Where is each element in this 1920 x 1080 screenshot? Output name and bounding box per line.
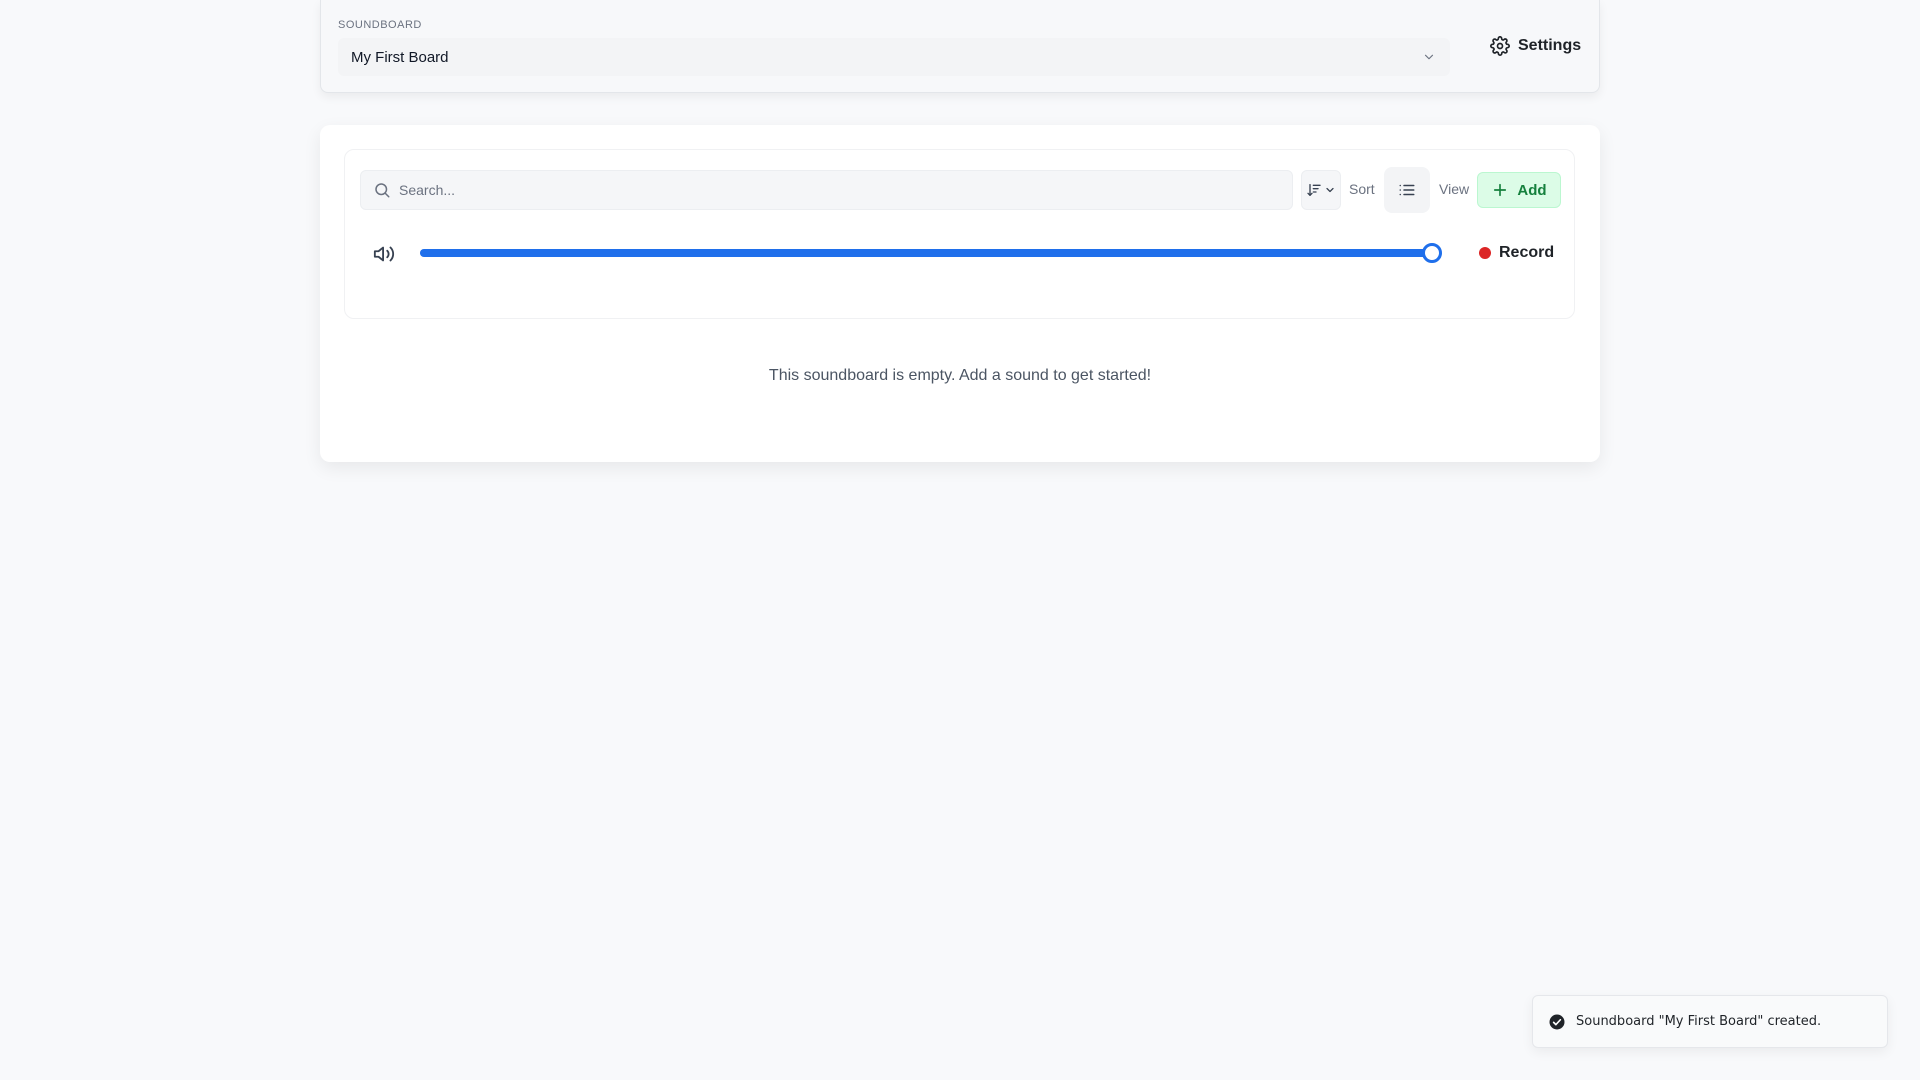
soundboard-header: SOUNDBOARD My First Board Settings — [320, 0, 1600, 93]
volume-slider-fill — [420, 249, 1432, 257]
add-sound-button[interactable]: Add — [1477, 172, 1561, 208]
list-icon — [1399, 184, 1415, 196]
soundboard-label: SOUNDBOARD — [338, 19, 422, 31]
settings-button[interactable]: Settings — [1474, 27, 1597, 65]
gear-icon — [1490, 36, 1510, 56]
add-label: Add — [1517, 181, 1547, 199]
settings-label: Settings — [1518, 37, 1582, 54]
toast-message: Soundboard "My First Board" created. — [1576, 1014, 1822, 1029]
empty-state-message: This soundboard is empty. Add a sound to… — [768, 367, 1152, 384]
search-input[interactable] — [399, 182, 1292, 198]
speaker-icon[interactable] — [373, 243, 395, 265]
plus-icon — [1494, 183, 1507, 197]
volume-slider-thumb[interactable] — [1422, 243, 1442, 263]
sort-icon — [1307, 184, 1321, 196]
record-label: Record — [1499, 244, 1555, 261]
toast-notification: Soundboard "My First Board" created. — [1532, 995, 1888, 1048]
board-select-value: My First Board — [351, 48, 449, 66]
board-select[interactable]: My First Board — [338, 38, 1450, 76]
record-button[interactable]: Record — [1469, 237, 1564, 269]
view-toggle-button[interactable] — [1384, 167, 1430, 213]
record-dot-icon — [1479, 247, 1491, 259]
sort-label: Sort — [1349, 181, 1375, 197]
chevron-down-icon — [1326, 187, 1334, 193]
search-box[interactable] — [360, 170, 1293, 210]
check-circle-icon — [1549, 1014, 1565, 1029]
search-icon — [375, 183, 390, 198]
volume-slider[interactable] — [420, 243, 1442, 263]
sort-button[interactable] — [1301, 170, 1341, 210]
view-label: View — [1439, 181, 1470, 197]
chevron-down-icon — [1424, 54, 1434, 60]
